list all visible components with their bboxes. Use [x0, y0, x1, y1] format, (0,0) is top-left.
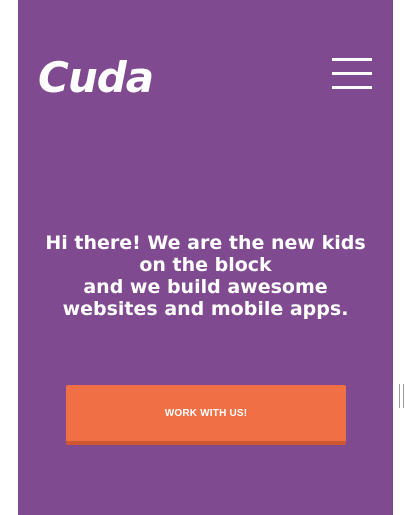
scrollbar-handle[interactable] — [399, 384, 404, 408]
logo-text: Cuda — [38, 53, 154, 102]
hero-heading: Hi there! We are the new kids on the blo… — [38, 232, 373, 320]
hamburger-menu-icon[interactable] — [332, 58, 374, 90]
menu-bar-middle — [332, 72, 372, 75]
work-with-us-button[interactable]: WORK WITH US! — [66, 385, 346, 445]
menu-bar-bottom — [332, 86, 372, 89]
hero-line-2: and we build awesome websites and mobile… — [62, 276, 349, 320]
cuda-logo[interactable]: Cuda — [38, 56, 158, 100]
menu-bar-top — [332, 58, 372, 61]
hero-line-1: Hi there! We are the new kids on the blo… — [45, 232, 366, 276]
page-frame: Cuda Hi there! We are the new kids on th… — [18, 0, 393, 515]
